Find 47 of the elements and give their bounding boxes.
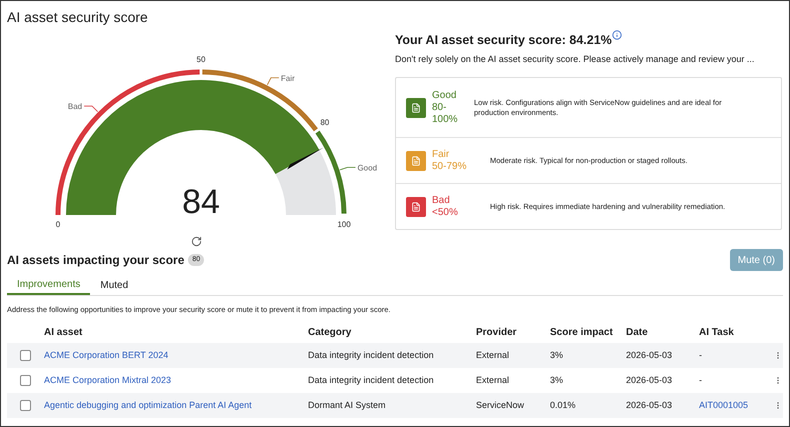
tab[interactable]: Muted — [90, 275, 138, 295]
table-cell-text: 3% — [550, 349, 564, 362]
table-cell-text: External — [476, 349, 510, 362]
rating-range: <50% — [432, 206, 459, 219]
row-checkbox[interactable] — [20, 350, 31, 362]
table-cell-text: Data integrity incident detection — [308, 349, 434, 362]
table-cell-text: - — [699, 374, 702, 387]
column-header: AI asset — [44, 326, 84, 340]
rating-range: 50-79% — [432, 160, 468, 173]
column-header: AI Task — [699, 326, 735, 340]
gauge-tick-label: 80 — [320, 118, 330, 128]
card-title: AI asset security score — [6, 8, 149, 27]
score-disclaimer: Don't rely solely on the AI asset security score. Please actively manage and review your ... — [395, 52, 756, 66]
row-checkbox[interactable] — [20, 400, 31, 412]
column-header: Category — [308, 326, 352, 340]
table-cell-text: 3% — [550, 374, 564, 387]
table-cell-text: Dormant AI System — [308, 399, 386, 412]
gauge-value: 84 — [182, 183, 220, 221]
column-header: Provider — [476, 326, 518, 340]
refresh-icon[interactable] — [190, 236, 202, 247]
rating-range: 80-100% — [432, 102, 459, 126]
segment-label: Bad — [68, 102, 98, 112]
gauge-tick-label: 50 — [196, 55, 206, 64]
rating-name: Bad — [432, 194, 451, 207]
gauge-tick-label: 100 — [337, 220, 351, 229]
segment-label: Good — [339, 163, 378, 172]
table-cell-text: - — [699, 349, 702, 362]
score-title: Your AI asset security score: 84.21% — [395, 32, 612, 49]
column-header: Score impact — [550, 326, 614, 340]
gauge-tick-label: 0 — [56, 220, 60, 229]
tab[interactable]: Improvements — [7, 275, 90, 295]
table-cell-text: 2026-05-03 — [626, 349, 672, 362]
section-title: AI assets impacting your score — [7, 252, 184, 269]
rating-name: Good — [432, 90, 458, 102]
row-checkbox[interactable] — [20, 375, 31, 386]
table-cell-text: 2026-05-03 — [626, 374, 672, 387]
table-cell-text: Data integrity incident detection — [308, 374, 434, 387]
asset-link[interactable]: ACME Corporation Mixtral 2023 — [44, 374, 172, 388]
table-cell-text: ServiceNow — [476, 399, 524, 412]
gauge-needle — [287, 148, 324, 170]
table-cell-text: 0.01% — [550, 399, 576, 412]
info-icon[interactable] — [612, 30, 622, 40]
table-cell-text: 2026-05-03 — [626, 399, 672, 412]
segment-label: Fair — [266, 74, 295, 86]
column-header: Date — [626, 326, 649, 340]
rating-name: Fair — [432, 148, 450, 161]
table-cell-text: External — [476, 374, 510, 387]
